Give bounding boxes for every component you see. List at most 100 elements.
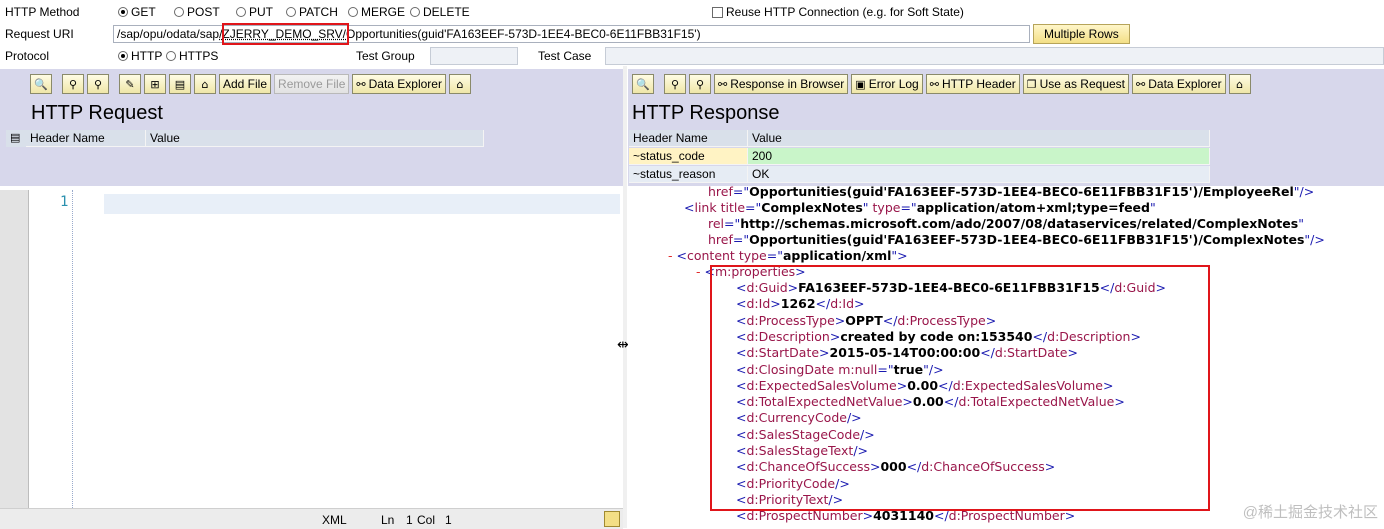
xml-property-line: <d:ClosingDate m:null="true"/>: [736, 361, 944, 377]
method-radio-label: PATCH: [299, 5, 338, 19]
radio-dot[interactable]: [118, 51, 128, 61]
ln-label: Ln: [381, 513, 395, 527]
glasses-icon: ⚯: [1136, 77, 1146, 91]
method-radio-delete[interactable]: DELETE: [410, 5, 470, 19]
radio-dot[interactable]: [166, 51, 176, 61]
xml-line: <link title="ComplexNotes" type="applica…: [684, 200, 1156, 215]
remove-file-button[interactable]: Remove File: [274, 74, 350, 94]
protocol-radio-label: HTTPS: [179, 49, 219, 63]
xml-property-line: <d:CurrencyCode/>: [736, 410, 862, 426]
uri-entity-text: Opportunities(guid'FA163EEF-573D-1EE4-BE…: [346, 27, 701, 41]
error-log-label: Error Log: [868, 77, 919, 91]
statusbar-options-icon[interactable]: [604, 511, 620, 527]
glasses-icon: ⚯: [718, 77, 728, 91]
col-value: 1: [445, 513, 452, 527]
error-log-button[interactable]: ▣ Error Log: [851, 74, 923, 94]
method-radio-label: PUT: [249, 5, 273, 19]
editor-statusbar: XML Ln 1 Col 1: [0, 508, 623, 529]
current-line-highlight: [104, 194, 620, 214]
xml-property-line: <d:ProcessType>OPPT</d:ProcessType>: [736, 312, 997, 328]
xml-property-line: <d:TotalExpectedNetValue>0.00</d:TotalEx…: [736, 394, 1125, 410]
data-explorer-label: Data Explorer: [368, 77, 442, 91]
method-radio-merge[interactable]: MERGE: [348, 5, 405, 19]
select-all-icon[interactable]: ▤: [6, 130, 26, 147]
xml-line: rel="http://schemas.microsoft.com/ado/20…: [708, 216, 1304, 231]
find-icon[interactable]: ⚲: [62, 74, 84, 94]
request-col-value[interactable]: Value: [146, 130, 484, 147]
xml-property-line: <d:PriorityCode/>: [736, 475, 850, 491]
format-indicator: XML: [322, 513, 347, 527]
test-case-label: Test Case: [538, 49, 592, 63]
find-next-icon[interactable]: ⚲: [689, 74, 711, 94]
protocol-radio-http[interactable]: HTTP: [118, 49, 162, 63]
response-title: HTTP Response: [632, 102, 780, 124]
xml-property-line: <d:SalesStageCode/>: [736, 426, 875, 442]
response-col-header-name[interactable]: Header Name: [629, 130, 748, 147]
xml-line: - <m:properties>: [696, 264, 806, 279]
method-radio-patch[interactable]: PATCH: [286, 5, 338, 19]
hierarchy-icon[interactable]: ⌂: [1228, 74, 1251, 94]
http-method-label: HTTP Method: [5, 5, 80, 19]
method-radio-put[interactable]: PUT: [236, 5, 273, 19]
radio-dot[interactable]: [118, 7, 128, 17]
request-col-header-name[interactable]: Header Name: [26, 130, 146, 147]
status-code-value[interactable]: 200: [748, 148, 1210, 165]
add-file-button[interactable]: Add File: [219, 74, 272, 94]
glasses-icon: ⚯: [356, 77, 366, 91]
glasses-icon: ⚯: [929, 77, 939, 91]
response-toolbar: 🔍 ⚲ ⚲ ⚯ Response in Browser ▣ Error Log ⚯ H…: [628, 73, 1251, 95]
protocol-radio-https[interactable]: HTTPS: [166, 49, 218, 63]
method-radio-get[interactable]: GET: [118, 5, 156, 19]
uri-service-text: /ZJERRY_DEMO_SRV/: [219, 27, 347, 41]
reuse-connection-label: Reuse HTTP Connection (e.g. for Soft Sta…: [726, 5, 964, 19]
uri-prefix-text: /sap/opu/odata/sap: [117, 27, 220, 41]
status-reason-value[interactable]: OK: [748, 166, 1210, 183]
tree-icon[interactable]: ⌂: [194, 74, 216, 94]
radio-dot[interactable]: [410, 7, 420, 17]
multiple-rows-button[interactable]: Multiple Rows: [1033, 24, 1130, 44]
request-data-explorer-button[interactable]: ⚯ Data Explorer: [352, 74, 446, 94]
checkbox-box[interactable]: [712, 6, 723, 18]
response-col-value[interactable]: Value: [748, 130, 1210, 147]
zoom-icon[interactable]: 🔍: [30, 74, 52, 94]
radio-dot[interactable]: [174, 7, 184, 17]
radio-dot[interactable]: [348, 7, 358, 17]
xml-property-line: <d:SalesStageText/>: [736, 443, 868, 458]
protocol-label: Protocol: [5, 49, 50, 63]
hierarchy-icon[interactable]: ⌂: [448, 74, 471, 94]
log-icon: ▣: [855, 77, 866, 91]
status-reason-name[interactable]: ~status_reason: [629, 166, 748, 183]
test-group-label: Test Group: [356, 49, 415, 63]
radio-dot[interactable]: [236, 7, 246, 17]
method-radio-label: POST: [187, 5, 220, 19]
copy-icon: ❐: [1026, 77, 1037, 91]
pane-splitter[interactable]: ⇹: [617, 66, 629, 528]
http-header-button[interactable]: ⚯ HTTP Header: [925, 74, 1020, 94]
delete-icon[interactable]: ▤: [169, 74, 191, 94]
find-next-icon[interactable]: ⚲: [87, 74, 109, 94]
status-code-name[interactable]: ~status_code: [629, 148, 748, 165]
edit-icon[interactable]: ✎: [119, 74, 141, 94]
protocol-radio-label: HTTP: [131, 49, 163, 63]
method-radio-post[interactable]: POST: [174, 5, 220, 19]
request-body-editor[interactable]: 1: [0, 186, 623, 528]
test-group-input[interactable]: [430, 47, 518, 65]
find-icon[interactable]: ⚲: [664, 74, 686, 94]
request-pane-header: 🔍 ⚲ ⚲ ✎ ⊞ ▤ ⌂ Add File Remove File ⚯ Data…: [0, 69, 623, 186]
insert-icon[interactable]: ⊞: [144, 74, 166, 94]
reuse-connection-checkbox[interactable]: Reuse HTTP Connection (e.g. for Soft Sta…: [712, 5, 964, 19]
response-data-explorer-button[interactable]: ⚯ Data Explorer: [1132, 74, 1226, 94]
xml-property-line: <d:ChanceOfSuccess>000</d:ChanceOfSucces…: [736, 459, 1056, 475]
zoom-icon[interactable]: 🔍: [632, 74, 654, 94]
use-as-request-button[interactable]: ❐ Use as Request: [1022, 74, 1130, 94]
method-radio-label: GET: [131, 5, 156, 19]
response-in-browser-button[interactable]: ⚯ Response in Browser: [714, 74, 849, 94]
request-uri-input[interactable]: /sap/opu/odata/sap/ZJERRY_DEMO_SRV/Oppor…: [113, 25, 1030, 43]
xml-property-line: <d:ExpectedSalesVolume>0.00</d:ExpectedS…: [736, 377, 1114, 393]
test-case-input[interactable]: [605, 47, 1384, 65]
response-xml-viewer[interactable]: href="Opportunities(guid'FA163EEF-573D-1…: [628, 186, 1384, 528]
radio-dot[interactable]: [286, 7, 296, 17]
ln-value: 1: [406, 513, 413, 527]
response-pane-header: 🔍 ⚲ ⚲ ⚯ Response in Browser ▣ Error Log ⚯ H…: [628, 69, 1384, 186]
method-radio-label: DELETE: [423, 5, 470, 19]
